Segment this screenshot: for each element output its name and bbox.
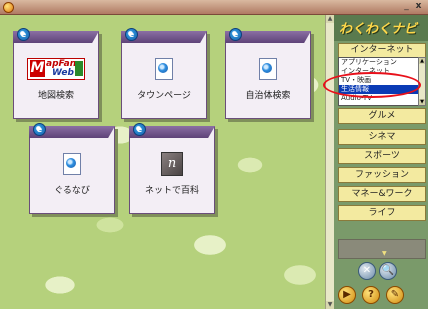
tile-label: 自治体検索 xyxy=(245,91,291,101)
list-item[interactable]: アプリケーション xyxy=(339,58,419,67)
tile-municipality-search[interactable]: e 自治体検索 xyxy=(225,28,311,119)
category-button-cinema[interactable]: シネマ xyxy=(338,129,426,145)
app-window: _ x e M apFan Web 地図検索 e タウンページ e 自治体検索 … xyxy=(0,0,428,309)
category-button-money-work[interactable]: マネー&ワーク xyxy=(338,186,426,202)
category-button-life[interactable]: ライフ xyxy=(338,205,426,221)
app-logo: わくわくナビ xyxy=(339,22,418,37)
scroll-down-arrow-icon[interactable]: ▼ xyxy=(419,99,425,105)
help-button[interactable]: ? xyxy=(362,286,380,304)
scroll-down-arrow-icon[interactable]: ▼ xyxy=(326,301,334,309)
tile-gurunavi[interactable]: e ぐるなび xyxy=(29,123,115,214)
content-scrollbar[interactable]: ▲ ▼ xyxy=(325,15,334,309)
edit-button[interactable]: ✎ xyxy=(386,286,404,304)
ie-document-icon xyxy=(63,153,81,175)
scroll-up-arrow-icon[interactable]: ▲ xyxy=(326,15,334,23)
ie-icon: e xyxy=(33,123,46,136)
ie-document-icon xyxy=(259,58,277,80)
minimize-button[interactable]: _ xyxy=(401,1,412,12)
tile-label: タウンページ xyxy=(137,91,191,101)
close-button[interactable]: x xyxy=(413,1,424,12)
category-title[interactable]: インターネット xyxy=(338,43,426,58)
category-button-sports[interactable]: スポーツ xyxy=(338,148,426,164)
tile-town-page[interactable]: e タウンページ xyxy=(121,28,207,119)
hyakka-icon: n xyxy=(161,152,183,176)
play-button[interactable]: ▶ xyxy=(338,286,356,304)
tile-label: ぐるなび xyxy=(54,186,90,196)
panel-header: わくわくナビ xyxy=(334,15,428,41)
tile-label: 地図検索 xyxy=(37,91,74,101)
category-button-gourmet[interactable]: グルメ xyxy=(338,108,426,124)
tile-label: ネットで百科 xyxy=(144,186,199,196)
close-x-button[interactable]: ✕ xyxy=(358,262,376,280)
title-bar: _ x xyxy=(0,0,428,15)
highlight-annotation xyxy=(323,72,421,98)
ie-document-icon xyxy=(155,58,173,80)
navigation-panel: わくわくナビ インターネット アプリケーション インターネット TV・映画 生活… xyxy=(334,15,428,309)
ie-icon: e xyxy=(229,28,242,41)
scroll-down-arrow-icon[interactable]: ▼ xyxy=(382,250,387,257)
content-area: e M apFan Web 地図検索 e タウンページ e 自治体検索 e ぐる… xyxy=(0,15,333,309)
tile-net-encyclopedia[interactable]: e n ネットで百科 xyxy=(129,123,215,214)
category-button-fashion[interactable]: ファッション xyxy=(338,167,426,183)
ie-icon: e xyxy=(133,123,146,136)
panel-scroll-area[interactable]: ▼ xyxy=(338,239,426,259)
search-button[interactable]: 🔍 xyxy=(379,262,397,280)
mapfan-logo-icon: M apFan Web xyxy=(27,58,85,80)
ie-icon: e xyxy=(125,28,138,41)
scroll-up-arrow-icon[interactable]: ▲ xyxy=(419,58,425,64)
tile-map-search[interactable]: e M apFan Web 地図検索 xyxy=(13,28,99,119)
ie-icon: e xyxy=(17,28,30,41)
app-menu-icon[interactable] xyxy=(3,2,14,13)
